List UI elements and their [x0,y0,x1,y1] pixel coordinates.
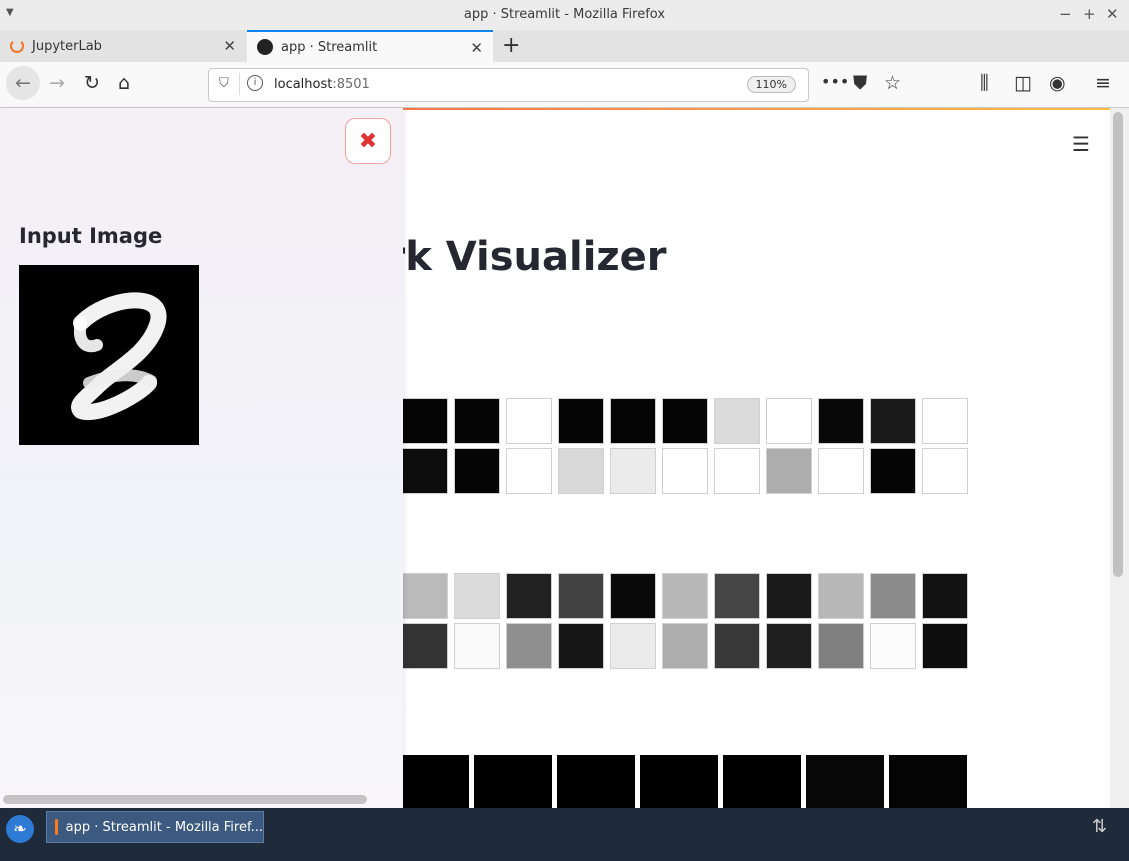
activation-cell [558,623,604,669]
sidebar-toggle-icon[interactable]: ◫ [1014,72,1032,94]
activation-cell [506,573,552,619]
new-tab-icon[interactable]: + [502,33,520,58]
activation-cell [806,755,884,808]
digit-image [71,292,167,420]
activation-cell [818,448,864,494]
network-icon[interactable]: ⇅ [1092,816,1107,837]
more-icon[interactable]: ••• [821,72,849,91]
tab-label: JupyterLab [32,38,102,54]
close-icon: ✖ [358,128,378,154]
activation-cell [870,448,916,494]
activation-cell [610,448,656,494]
sidebar: ✖ Input Image [0,108,403,808]
url-bar[interactable]: ⛉ i localhost:8501 110% [208,68,809,102]
activation-cell [558,448,604,494]
activation-cell [474,755,552,808]
input-image [19,265,199,445]
close-icon[interactable]: ✕ [1106,5,1119,23]
shield-icon[interactable]: ⛉ [219,76,229,91]
activation-cell [922,448,968,494]
minimize-icon[interactable]: − [1059,5,1072,23]
activation-cell [870,398,916,444]
activation-cell [610,398,656,444]
activation-cell [922,573,968,619]
start-menu-icon[interactable]: ❧ [6,815,34,843]
activation-cell [870,573,916,619]
activation-cell [922,623,968,669]
activation-cell [402,398,448,444]
activation-cell [402,623,448,669]
activation-cell [766,448,812,494]
bookmark-star-icon[interactable]: ☆ [884,72,901,94]
scrollbar-thumb[interactable] [1113,112,1123,577]
taskbar-item-firefox[interactable]: app · Streamlit - Mozilla Firef... [46,811,264,843]
zoom-badge[interactable]: 110% [746,76,796,93]
activation-cell [714,448,760,494]
tab-label: app · Streamlit [281,39,378,55]
library-icon[interactable]: ⫼ [980,72,989,94]
activation-cell [454,573,500,619]
activation-cell [766,573,812,619]
firefox-icon [55,819,58,835]
url-text[interactable]: localhost:8501 [274,77,370,92]
activation-cell [766,398,812,444]
menu-icon[interactable]: ≡ [1095,72,1111,94]
activation-cell [454,448,500,494]
info-icon[interactable]: i [247,75,263,91]
activation-cell [558,573,604,619]
activation-cell [818,398,864,444]
maximize-icon[interactable]: + [1083,5,1096,23]
forward-icon[interactable]: → [49,72,65,94]
pocket-icon[interactable]: ⛊ [853,72,867,94]
activation-cell [557,755,635,808]
vertical-scrollbar[interactable] [1110,108,1129,808]
activation-cell [922,398,968,444]
activation-cell [889,755,967,808]
close-sidebar-button[interactable]: ✖ [345,118,391,164]
activation-cell [870,623,916,669]
activation-cell [714,573,760,619]
activation-cell [402,448,448,494]
activation-cell [714,398,760,444]
activation-cell [454,623,500,669]
tab-jupyterlab[interactable]: JupyterLab ✕ [0,30,246,62]
hamburger-menu-icon[interactable]: ☰ [1072,132,1090,156]
window-titlebar: ▼ app · Streamlit - Mozilla Firefox − + … [0,0,1129,31]
activation-cell [454,398,500,444]
activation-cell [506,623,552,669]
taskbar: ❧ app · Streamlit - Mozilla Firef... ⇅ [0,808,1129,861]
horizontal-scrollbar[interactable] [3,795,367,804]
reload-icon[interactable]: ↻ [84,72,100,94]
sidebar-title: Input Image [19,224,163,248]
activation-cell [818,623,864,669]
account-icon[interactable]: ◉ [1049,72,1066,94]
close-tab-icon[interactable]: ✕ [470,39,483,57]
home-icon[interactable]: ⌂ [118,72,130,94]
tab-strip: JupyterLab ✕ app · Streamlit ✕ + [0,30,1129,62]
activation-cell [714,623,760,669]
activation-cell [662,398,708,444]
activation-cell [558,398,604,444]
page-title: ork Visualizer [358,234,667,280]
navigation-bar: ← → ↻ ⌂ ⛉ i localhost:8501 110% ••• ⛊ ☆ … [0,62,1129,108]
streamlit-icon [257,39,273,55]
activation-cell [662,448,708,494]
activation-cell [662,573,708,619]
activation-cell [640,755,718,808]
jupyter-icon [10,39,24,53]
activation-cell [723,755,801,808]
activation-cell [818,573,864,619]
back-icon[interactable]: ← [6,66,40,100]
activation-cell [506,398,552,444]
tab-streamlit[interactable]: app · Streamlit ✕ [247,30,493,62]
window-title: app · Streamlit - Mozilla Firefox [463,7,666,22]
taskbar-item-label: app · Streamlit - Mozilla Firef... [65,819,263,835]
activation-cell [402,573,448,619]
close-tab-icon[interactable]: ✕ [223,37,236,55]
activation-cell [662,623,708,669]
activation-cell [506,448,552,494]
activation-cell [610,623,656,669]
activation-cell [766,623,812,669]
activation-cell [610,573,656,619]
